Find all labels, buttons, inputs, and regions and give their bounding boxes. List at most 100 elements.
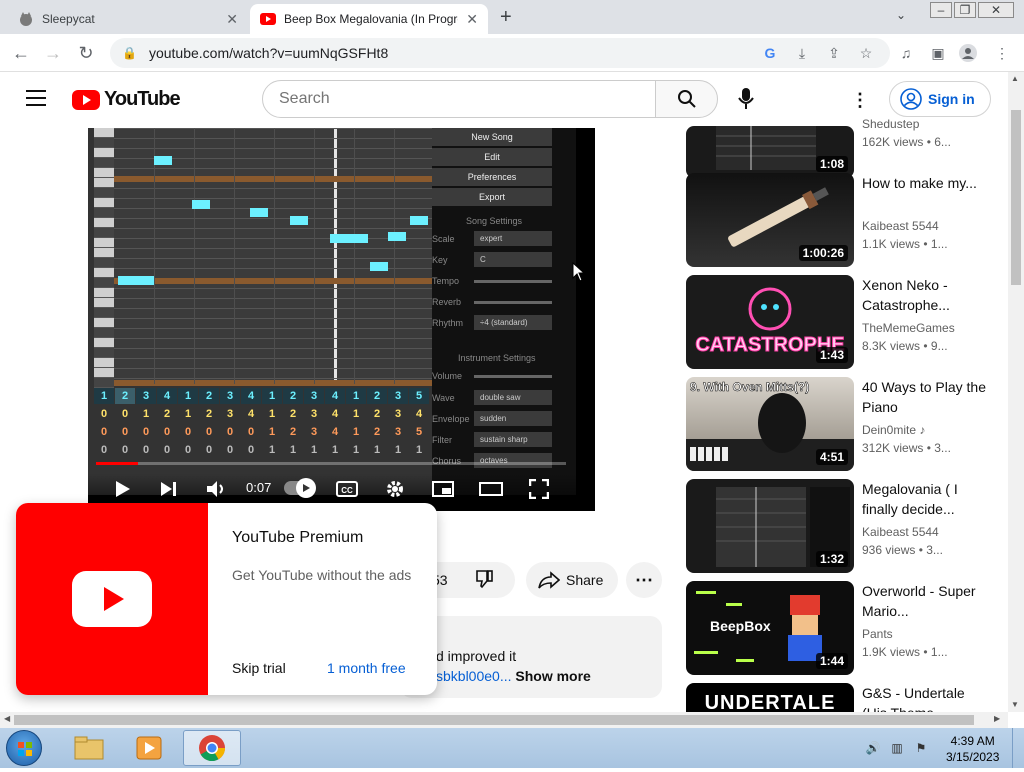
- tab-sleepycat[interactable]: Sleepycat ✕: [8, 4, 248, 34]
- share-button[interactable]: Share: [526, 562, 618, 598]
- settings-button[interactable]: [382, 478, 408, 500]
- close-window-icon[interactable]: ✕: [978, 2, 1014, 18]
- side-panel-icon[interactable]: ▣: [928, 43, 948, 63]
- pattern-cell: 3: [394, 408, 402, 420]
- octave-marker: [114, 380, 432, 386]
- piano-key: [94, 338, 114, 348]
- video-meta: 162K views • 6...: [862, 135, 951, 149]
- show-desktop-button[interactable]: [1012, 728, 1024, 768]
- close-tab-icon[interactable]: ✕: [226, 11, 238, 28]
- hamburger-menu-icon[interactable]: [26, 90, 46, 106]
- vertical-scroll-thumb[interactable]: [1011, 110, 1021, 285]
- youtube-logo[interactable]: YouTube: [72, 88, 181, 111]
- pattern-cell: 3: [226, 408, 234, 420]
- pattern-cell: 1: [262, 388, 282, 404]
- share-page-icon[interactable]: ⇪: [824, 43, 844, 63]
- scroll-down-icon[interactable]: ▼: [1011, 700, 1019, 709]
- tab-search-chevron-icon[interactable]: ⌄: [896, 8, 906, 22]
- piano-key: [94, 318, 114, 328]
- minimize-window-icon[interactable]: –: [930, 2, 952, 18]
- captions-button[interactable]: CC: [334, 478, 360, 500]
- tempo-slider: [474, 280, 552, 283]
- video-thumbnail: 1:00:26: [686, 173, 854, 267]
- piano-key: [94, 288, 114, 298]
- note-block: [118, 276, 136, 285]
- video-thumbnail: BeepBox 1:44: [686, 581, 854, 675]
- restore-window-icon[interactable]: ❐: [954, 2, 976, 18]
- skip-next-icon: [161, 482, 176, 496]
- channel-name-text: Dein0mite: [862, 423, 917, 437]
- google-g-icon[interactable]: G: [760, 43, 780, 63]
- grid-row-line: [114, 338, 432, 339]
- recommendation-item[interactable]: 1:00:26 How to make my... Kaibeast 5544 …: [686, 173, 996, 269]
- chrome-task[interactable]: [183, 730, 241, 766]
- new-tab-icon[interactable]: +: [500, 6, 512, 29]
- dislike-button[interactable]: [474, 569, 494, 592]
- play-button[interactable]: [110, 478, 136, 500]
- tempo-label: Tempo: [432, 276, 460, 286]
- miniplayer-button[interactable]: [430, 478, 456, 500]
- piano-key: [94, 148, 114, 158]
- description-link[interactable]: sbkbl00e0...: [436, 668, 512, 684]
- piano-key: [94, 218, 114, 228]
- back-arrow-icon[interactable]: ←: [10, 42, 32, 64]
- envelope-label: Envelope: [432, 414, 470, 424]
- note-block: [370, 262, 388, 271]
- horizontal-scroll-thumb[interactable]: [14, 715, 974, 725]
- wave-select: double saw: [474, 390, 552, 405]
- recommendation-item[interactable]: UNDERTALE G&S - Undertale (His Theme...: [686, 683, 996, 712]
- browser-menu-icon[interactable]: ⋮: [992, 43, 1012, 63]
- progress-played: [96, 462, 139, 465]
- file-explorer-task[interactable]: [60, 730, 118, 766]
- video-player[interactable]: New Song Edit Preferences Export Song Se…: [88, 128, 595, 511]
- scroll-up-icon[interactable]: ▲: [1011, 74, 1019, 83]
- autoplay-toggle[interactable]: [284, 478, 316, 498]
- reload-icon[interactable]: ↻: [75, 42, 97, 64]
- settings-kebab-icon[interactable]: ⋮: [850, 88, 870, 112]
- recommendation-item[interactable]: 1:32 Megalovania ( I finally decide... K…: [686, 479, 996, 575]
- skip-trial-button[interactable]: Skip trial: [232, 660, 286, 676]
- scroll-left-icon[interactable]: ◀: [4, 714, 10, 723]
- tab-beepbox-video[interactable]: Beep Box Megalovania (In Progre ✕: [250, 4, 488, 34]
- volume-tray-icon[interactable]: 🔊: [864, 740, 882, 756]
- search-input[interactable]: Search: [262, 80, 656, 118]
- media-control-icon[interactable]: ♫: [896, 43, 916, 63]
- mouse-cursor-icon: [572, 262, 586, 282]
- show-more-button[interactable]: Show more: [515, 668, 590, 684]
- more-actions-icon[interactable]: ⋯: [626, 562, 662, 598]
- voice-search-button[interactable]: [733, 86, 759, 112]
- next-button[interactable]: [156, 478, 182, 500]
- recommendation-item[interactable]: CATASTROPHE 1:43 Xenon Neko - Catastroph…: [686, 275, 996, 371]
- volume-label: Volume: [432, 371, 463, 381]
- progress-bar[interactable]: [96, 462, 566, 465]
- volume-button[interactable]: [204, 478, 230, 500]
- beat-line: [314, 128, 315, 384]
- grid-row-line: [114, 238, 432, 239]
- forward-arrow-icon[interactable]: →: [42, 42, 64, 64]
- theater-mode-button[interactable]: [478, 478, 504, 500]
- network-tray-icon[interactable]: ▥: [888, 740, 906, 756]
- video-meta: 312K views • 3...: [862, 441, 951, 455]
- pattern-cell: 3: [220, 388, 240, 404]
- scroll-right-icon[interactable]: ▶: [994, 714, 1000, 723]
- pattern-cell: 1: [373, 444, 381, 456]
- free-trial-button[interactable]: 1 month free: [327, 660, 406, 676]
- video-meta: 1.9K views • 1...: [862, 645, 948, 659]
- start-button[interactable]: [6, 730, 42, 766]
- grid-row-line: [114, 258, 432, 259]
- media-player-task[interactable]: [120, 730, 178, 766]
- fullscreen-button[interactable]: [526, 478, 552, 500]
- grid-row-line: [114, 298, 432, 299]
- piano-key: [94, 238, 114, 248]
- bookmark-star-icon[interactable]: ☆: [856, 43, 876, 63]
- install-app-icon[interactable]: ⤓: [792, 43, 812, 63]
- action-center-icon[interactable]: ⚑: [912, 740, 930, 756]
- profile-icon[interactable]: [958, 43, 978, 63]
- grid-row-line: [114, 148, 432, 149]
- close-tab-icon[interactable]: ✕: [466, 11, 478, 28]
- tab-title: Sleepycat: [42, 12, 95, 26]
- recommendation-item[interactable]: 9. With Oven Mitts(?) 4:51 40 Ways to Pl…: [686, 377, 996, 473]
- system-clock[interactable]: 4:39 AM 3/15/2023: [946, 733, 999, 765]
- recommendation-item[interactable]: BeepBox 1:44 Overworld - Super Mario... …: [686, 581, 996, 677]
- browser-tab-strip: Sleepycat ✕ Beep Box Megalovania (In Pro…: [0, 0, 1024, 34]
